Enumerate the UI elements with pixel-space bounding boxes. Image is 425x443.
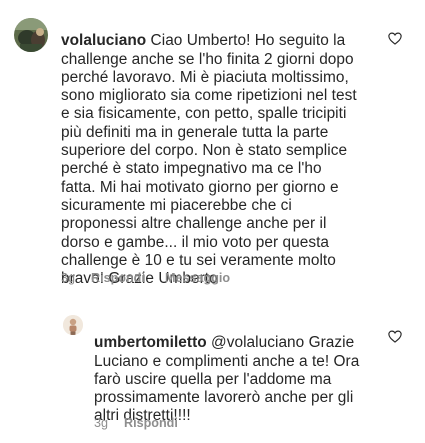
comment-username[interactable]: volaluciano: [61, 32, 146, 49]
avatar[interactable]: [63, 315, 83, 335]
avatar-photo: [63, 315, 83, 335]
comment-time: 3g: [61, 271, 76, 285]
comment-text: umbertomiletto @volaluciano Grazie Lucia…: [94, 316, 394, 426]
comment-actions: 3g Rispondi: [94, 416, 178, 430]
reply-button[interactable]: Rispondi: [124, 416, 178, 430]
heart-outline-icon[interactable]: [388, 32, 402, 45]
avatar[interactable]: [14, 18, 48, 52]
comment-volaluciano: volaluciano Ciao Umberto! Ho seguito la …: [0, 0, 425, 290]
comment-body: Ciao Umberto! Ho seguito la challenge an…: [61, 32, 357, 288]
comment-text: volaluciano Ciao Umberto! Ho seguito la …: [61, 14, 391, 288]
comment-umbertomiletto: umbertomiletto @volaluciano Grazie Lucia…: [0, 300, 425, 443]
message-button[interactable]: Messaggio: [165, 271, 230, 285]
comment-username[interactable]: umbertomiletto: [94, 334, 207, 351]
avatar-photo: [14, 18, 48, 52]
comment-actions: 3g Rispondi Messaggio: [61, 271, 230, 285]
comment-time: 3g: [94, 416, 109, 430]
heart-outline-icon[interactable]: [388, 330, 402, 343]
reply-button[interactable]: Rispondi: [91, 271, 165, 285]
